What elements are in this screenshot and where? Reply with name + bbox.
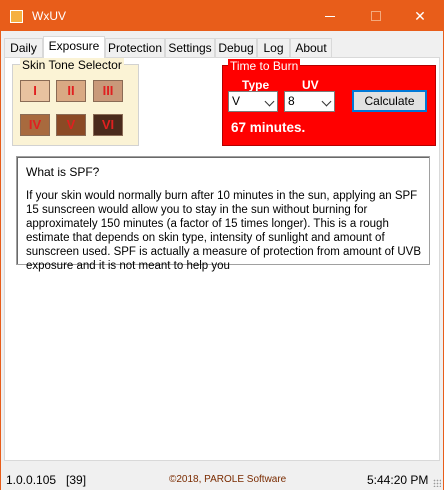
chevron-down-icon: [264, 96, 275, 107]
maximize-button[interactable]: [353, 1, 399, 31]
clock-label: 5:44:20 PM: [367, 473, 429, 487]
minimize-button[interactable]: [307, 1, 353, 31]
maximize-icon: [371, 11, 381, 21]
title-bar[interactable]: WxUV ✕: [1, 1, 443, 31]
window-title: WxUV: [32, 9, 66, 23]
type-select[interactable]: V: [228, 91, 278, 112]
status-bar: 1.0.0.105 [39] ©2018, PAROLE Software 5:…: [1, 463, 443, 490]
spf-info-text: If your skin would normally burn after 1…: [26, 190, 422, 272]
app-icon: [10, 10, 23, 23]
skin-type-3-button[interactable]: III: [93, 80, 123, 102]
app-window: WxUV ✕ Daily Exposure Protection Setting…: [0, 0, 444, 490]
tab-about[interactable]: About: [290, 38, 332, 57]
type-select-value: V: [232, 94, 241, 108]
skin-type-2-button[interactable]: II: [56, 80, 86, 102]
tab-settings[interactable]: Settings: [165, 38, 215, 57]
copyright-label: ©2018, PAROLE Software: [169, 474, 287, 485]
skin-tone-legend: Skin Tone Selector: [20, 58, 124, 72]
skin-type-1-button[interactable]: I: [20, 80, 50, 102]
skin-type-5-button[interactable]: V: [56, 114, 86, 136]
tab-protection[interactable]: Protection: [105, 38, 165, 57]
calculate-button[interactable]: Calculate: [352, 90, 427, 112]
resize-grip-icon[interactable]: [433, 479, 441, 487]
tab-exposure[interactable]: Exposure: [43, 36, 105, 58]
tab-daily[interactable]: Daily: [4, 38, 43, 57]
chevron-down-icon: [321, 96, 332, 107]
uv-label: UV: [302, 78, 319, 92]
type-label: Type: [242, 78, 270, 92]
tab-log[interactable]: Log: [257, 38, 290, 57]
skin-type-6-button[interactable]: VI: [93, 114, 123, 136]
uv-select-value: 8: [288, 94, 295, 108]
close-icon: ✕: [414, 8, 426, 24]
minimize-icon: [325, 16, 335, 17]
skin-type-4-button[interactable]: IV: [20, 114, 50, 136]
spf-info-title: What is SPF?: [26, 165, 100, 179]
tab-debug[interactable]: Debug: [215, 38, 257, 57]
version-label: 1.0.0.105 [39]: [6, 473, 87, 487]
tab-strip: Daily Exposure Protection Settings Debug…: [4, 36, 440, 58]
uv-select[interactable]: 8: [284, 91, 335, 112]
burn-time-result: 67 minutes.: [231, 120, 306, 135]
time-to-burn-legend: Time to Burn: [228, 59, 301, 73]
close-button[interactable]: ✕: [397, 1, 443, 31]
